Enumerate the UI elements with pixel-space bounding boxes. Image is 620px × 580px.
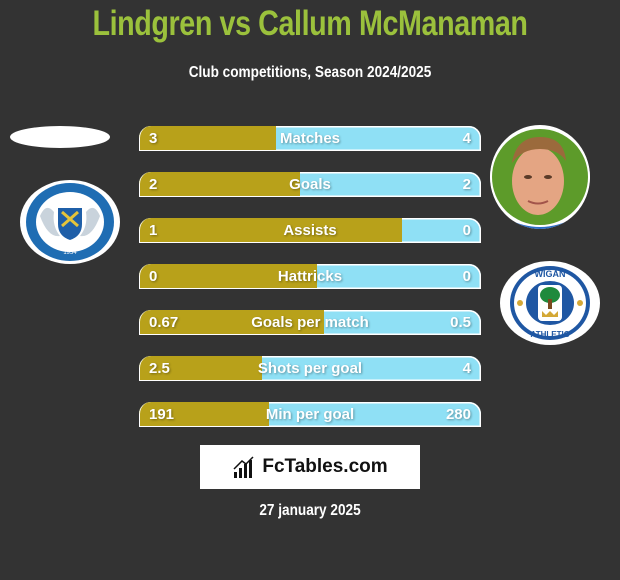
stat-label: Matches xyxy=(279,130,341,147)
page-title: Lindgren vs Callum McManaman xyxy=(92,4,528,43)
peterborough-crest-icon: 1934 xyxy=(26,183,114,261)
stat-row-assists: Assists 1 0 xyxy=(139,218,481,243)
right-value: 0 xyxy=(462,222,471,239)
right-team-badge: WIGAN ATHLETIC xyxy=(500,261,600,345)
stat-label: Hattricks xyxy=(277,268,343,285)
right-player-photo xyxy=(490,125,590,229)
stat-row-shots-per-goal: Shots per goal 2.5 4 xyxy=(139,356,481,381)
svg-text:1934: 1934 xyxy=(63,250,77,256)
bar-chart-icon xyxy=(233,456,254,478)
stat-label: Min per goal xyxy=(265,406,355,423)
left-value: 0 xyxy=(149,268,158,285)
left-value: 1 xyxy=(149,222,158,239)
brand-logo[interactable]: FcTables.com xyxy=(200,445,420,489)
right-value: 0 xyxy=(462,268,471,285)
wigan-crest-icon: WIGAN ATHLETIC xyxy=(510,266,590,340)
svg-text:ATHLETIC: ATHLETIC xyxy=(531,330,570,339)
right-value: 4 xyxy=(462,360,471,377)
left-player-photo-placeholder xyxy=(10,126,110,148)
right-value: 0.5 xyxy=(450,314,471,331)
stat-row-matches: Matches 3 4 xyxy=(139,126,481,151)
brand-name: FcTables.com xyxy=(262,456,388,477)
stat-row-goals: Goals 2 2 xyxy=(139,172,481,197)
left-value: 0.67 xyxy=(149,314,179,331)
stat-label: Shots per goal xyxy=(257,360,363,377)
right-value: 4 xyxy=(462,130,471,147)
left-value: 2 xyxy=(149,176,158,193)
stat-row-min-per-goal: Min per goal 191 280 xyxy=(139,402,481,427)
left-team-badge: 1934 xyxy=(20,180,120,264)
svg-text:WIGAN: WIGAN xyxy=(535,269,566,279)
date-label: 27 january 2025 xyxy=(259,502,361,519)
left-value: 2.5 xyxy=(149,360,170,377)
stat-label: Assists xyxy=(283,222,337,239)
left-value: 191 xyxy=(149,406,175,423)
stat-row-hattricks: Hattricks 0 0 xyxy=(139,264,481,289)
competition-subtitle: Club competitions, Season 2024/2025 xyxy=(188,64,432,81)
right-value: 280 xyxy=(445,406,471,423)
right-value: 2 xyxy=(462,176,471,193)
player-photo xyxy=(490,127,590,229)
left-value: 3 xyxy=(149,130,158,147)
stat-label: Goals per match xyxy=(251,314,369,331)
stat-row-goals-per-match: Goals per match 0.67 0.5 xyxy=(139,310,481,335)
stat-label: Goals xyxy=(289,176,331,193)
